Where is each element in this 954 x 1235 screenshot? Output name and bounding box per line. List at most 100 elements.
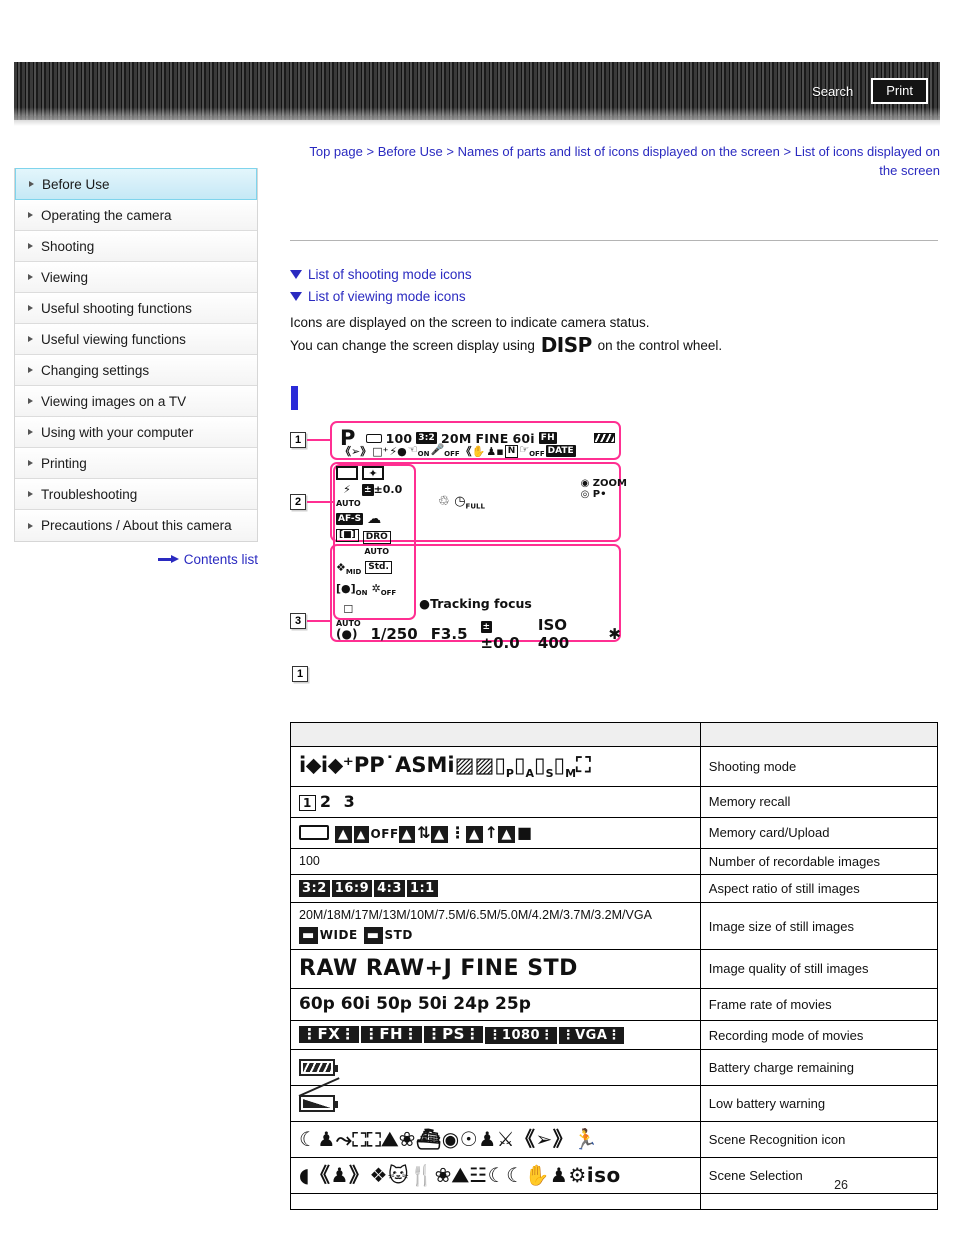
- program-shift-indicator: ◎ P•: [580, 489, 607, 500]
- bullet-icon: [28, 460, 33, 466]
- sidebar-item-useful-shooting-functions[interactable]: Useful shooting functions: [15, 293, 257, 324]
- flash-icon: ⚡●: [389, 444, 407, 458]
- sidebar-item-troubleshooting[interactable]: Troubleshooting: [15, 479, 257, 510]
- sidebar-item-label: Using with your computer: [41, 424, 194, 440]
- recmode-vga-icon: ⋮VGA⋮: [558, 1026, 624, 1044]
- exposure-comp-value: ±±0.0: [480, 621, 520, 652]
- sidebar-item-label: Printing: [41, 455, 87, 471]
- sidebar-item-changing-settings[interactable]: Changing settings: [15, 355, 257, 386]
- sidebar-item-printing[interactable]: Printing: [15, 448, 257, 479]
- page-number: 26: [834, 1178, 848, 1192]
- divider: [290, 240, 938, 241]
- wind-noise-off-icon: 🎤OFF: [430, 443, 460, 459]
- sidebar-item-label: Precautions / About this camera: [41, 518, 232, 533]
- cell-label-recordable-images: Number of recordable images: [699, 847, 939, 875]
- table-row: 12 3 Memory recall: [290, 785, 939, 818]
- creative-style-std-icon: Std.: [365, 561, 392, 574]
- breadcrumb-item-names-of-parts[interactable]: Names of parts and list of icons display…: [458, 144, 780, 159]
- cell-label-image-size: Image size of still images: [699, 902, 939, 951]
- breadcrumb-item-top-page[interactable]: Top page: [309, 144, 363, 159]
- sidebar-item-label: Before Use: [42, 176, 110, 192]
- bullet-icon: [28, 274, 33, 280]
- table-row: ⋮FX⋮ ⋮FH⋮ ⋮PS⋮ ⋮1080⋮ ⋮VGA⋮ Recording mode o…: [290, 1019, 939, 1051]
- toggle-list-of-viewing-mode-icons[interactable]: List of viewing mode icons: [290, 289, 940, 304]
- bullet-icon: [28, 429, 33, 435]
- diagram-right-icons: ◉ ZOOM ◎ P•: [581, 478, 627, 500]
- breadcrumb-item-before-use[interactable]: Before Use: [378, 144, 443, 159]
- sidebar-item-label: Useful shooting functions: [41, 300, 192, 316]
- sidebar-item-precautions[interactable]: Precautions / About this camera: [15, 510, 257, 541]
- sidebar-item-using-with-your-computer[interactable]: Using with your computer: [15, 417, 257, 448]
- camera-shake-warning-icon: ♲: [438, 494, 450, 509]
- cell-label-empty: [699, 1193, 939, 1211]
- bullet-icon: [28, 367, 33, 373]
- scene-recognition-icon: 《➢》: [340, 445, 372, 458]
- diagram-marker-2: 2: [290, 494, 306, 510]
- cell-label-shooting-mode: Shooting mode: [699, 746, 939, 787]
- breadcrumb-item-list-of-icons[interactable]: List of icons displayed on the screen: [795, 144, 940, 178]
- sidebar-item-operating-the-camera[interactable]: Operating the camera: [15, 200, 257, 231]
- sidebar-item-shooting[interactable]: Shooting: [15, 231, 257, 262]
- af-illuminator-on-icon: ☜ON: [407, 443, 430, 459]
- sidebar-item-label: Shooting: [41, 238, 95, 254]
- contents-list-link[interactable]: Contents list: [184, 552, 258, 567]
- sidebar-item-label: Changing settings: [41, 362, 150, 378]
- table-row: Low battery warning: [290, 1085, 939, 1123]
- soft-skin-effect-icon: ❖MID: [336, 561, 362, 577]
- cell-icons-battery: [290, 1049, 701, 1087]
- continuous-shooting-icon: □⁺: [372, 444, 389, 458]
- sidebar-item-useful-viewing-functions[interactable]: Useful viewing functions: [15, 324, 257, 355]
- toggle-list-of-shooting-mode-icons[interactable]: List of shooting mode icons: [290, 267, 940, 282]
- left-row-4: [■] DRO AUTO: [336, 529, 416, 558]
- camera-screen-diagram: 1 2 3 P 100 3:2 20M FINE 60i FH 《➢》 □⁺ ⚡…: [290, 418, 635, 652]
- bullet-icon: [29, 181, 34, 187]
- sidebar-item-before-use[interactable]: Before Use: [15, 168, 257, 200]
- table-header-row: [290, 722, 939, 747]
- cell-icons-low-battery: [290, 1085, 701, 1123]
- sidebar-item-label: Useful viewing functions: [41, 331, 186, 347]
- breadcrumb: Top page > Before Use > Names of parts a…: [290, 142, 940, 180]
- drive-mode-icon: [336, 466, 358, 480]
- cell-label-aspect-ratio: Aspect ratio of still images: [699, 873, 939, 904]
- iso-value: ISO 400: [537, 616, 570, 652]
- cell-icons-scene-recognition: ☾♟⤳⛶⛶⛰❀⛴◉☉♟⚔《➢》🏃: [290, 1121, 701, 1159]
- cell-icons-image-quality: RAW RAW+J FINE STD: [290, 949, 701, 989]
- smile-shutter-icon: ♟▪: [486, 444, 504, 458]
- sidebar-item-viewing-images-on-a-tv[interactable]: Viewing images on a TV: [15, 386, 257, 417]
- print-button[interactable]: Print: [871, 77, 928, 105]
- header-actions: Search Print: [808, 62, 928, 120]
- upload-sending-icon: ▲: [466, 825, 483, 843]
- upload-off-icon: ▲: [353, 825, 369, 843]
- aspect-1-1-icon: 1:1: [406, 879, 438, 897]
- toggle-label: List of viewing mode icons: [308, 289, 466, 304]
- breadcrumb-separator: >: [446, 144, 454, 159]
- sidebar-item-label: Viewing images on a TV: [41, 393, 187, 409]
- cell-icons-recordable-images: 100: [290, 847, 701, 875]
- cell-icons-shooting-mode: i⬥i⬥⁺PP˙ASMi▨▨▯P▯A▯S▯M⛶: [290, 746, 701, 787]
- aperture-value: F3.5: [430, 625, 468, 643]
- zoom-indicator: ◉ ZOOM: [580, 478, 627, 489]
- upload-error-icon: ▲: [498, 825, 515, 843]
- left-row-2: ⚡ AUTO ± ±0.0: [336, 483, 416, 510]
- panorama-size-icons: ▬ WIDE ▬ STD: [299, 924, 692, 945]
- table-row: [290, 1193, 939, 1211]
- left-row-5: ❖MID Std.: [336, 561, 416, 579]
- cell-icons-memory-card-upload: ▲ ▲ OFF ▲ ⇅ ▲ ⋮ ▲ ↑ ▲ ■: [290, 816, 701, 849]
- search-link[interactable]: Search: [808, 82, 857, 101]
- upload-transfer-icon: ▲: [398, 825, 416, 843]
- table-row: ☾♟⤳⛶⛶⛰❀⛴◉☉♟⚔《➢》🏃 Scene Recognition icon: [290, 1121, 939, 1159]
- table-row: ▲ ▲ OFF ▲ ⇅ ▲ ⋮ ▲ ↑ ▲ ■ Memory card/Upload: [290, 816, 939, 849]
- chevron-down-icon: [290, 270, 302, 279]
- cell-label-low-battery: Low battery warning: [699, 1085, 939, 1123]
- cell-label-battery: Battery charge remaining: [699, 1049, 939, 1087]
- upload-standby-icon: ▲: [431, 825, 448, 843]
- diagram-bottom-row: (●) 1/250 F3.5 ±±0.0 ISO 400 ✱: [336, 616, 621, 652]
- metering-mode-icon: ✦: [362, 466, 384, 480]
- bullet-icon: [28, 398, 33, 404]
- chevron-down-icon: [290, 292, 302, 301]
- nfc-icon: N: [504, 444, 519, 458]
- aspect-4-3-icon: 4:3: [374, 879, 405, 897]
- sidebar-item-viewing[interactable]: Viewing: [15, 262, 257, 293]
- section-marker-1: 1: [292, 666, 308, 682]
- ae-lock-icon: ✱: [608, 625, 621, 643]
